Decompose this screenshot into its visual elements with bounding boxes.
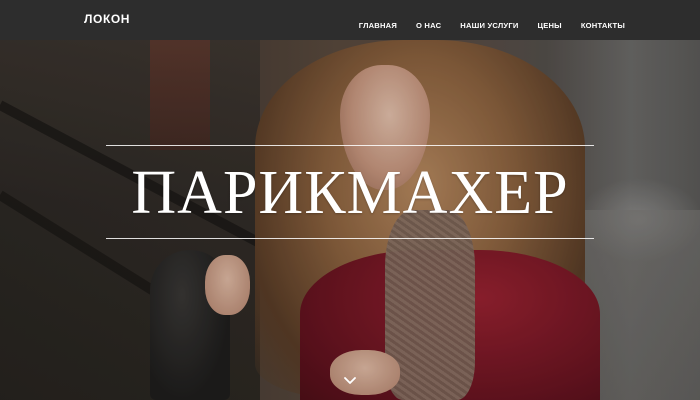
nav-link-contacts[interactable]: КОНТАКТЫ (581, 21, 625, 30)
nav-link-services[interactable]: НАШИ УСЛУГИ (460, 21, 518, 30)
main-nav: ГЛАВНАЯ О НАС НАШИ УСЛУГИ ЦЕНЫ КОНТАКТЫ (340, 15, 625, 33)
nav-item-prices: ЦЕНЫ (518, 15, 561, 33)
headline-rule-top (106, 145, 594, 146)
nav-link-prices[interactable]: ЦЕНЫ (537, 21, 561, 30)
nav-item-services: НАШИ УСЛУГИ (441, 15, 518, 33)
nav-item-home: ГЛАВНАЯ (340, 15, 397, 33)
nav-link-about[interactable]: О НАС (416, 21, 441, 30)
nav-item-about: О НАС (397, 15, 441, 33)
landing-page: ЛОКОН ГЛАВНАЯ О НАС НАШИ УСЛУГИ ЦЕНЫ КОН… (0, 0, 700, 400)
chevron-down-icon[interactable] (343, 375, 357, 387)
hero-headline: ПАРИКМАХЕР (131, 159, 569, 227)
nav-item-contacts: КОНТАКТЫ (562, 15, 625, 33)
nav-link-home[interactable]: ГЛАВНАЯ (359, 21, 397, 30)
top-navbar: ЛОКОН ГЛАВНАЯ О НАС НАШИ УСЛУГИ ЦЕНЫ КОН… (0, 0, 700, 40)
brand-logo[interactable]: ЛОКОН (84, 12, 130, 26)
headline-rule-bottom (106, 238, 594, 239)
